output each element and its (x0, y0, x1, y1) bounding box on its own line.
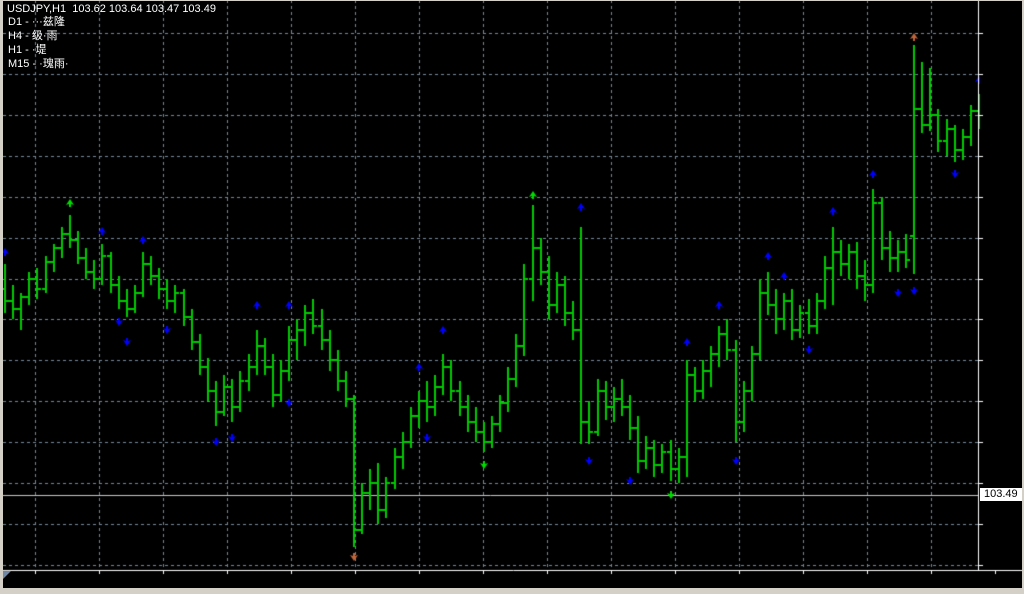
time-axis[interactable]: 25 Apr 200828 Apr 05:0028 Apr 13:0028 Ap… (0, 571, 1024, 588)
window-frame-left (0, 0, 3, 594)
window-frame-top (0, 0, 1024, 1)
legend-line-h4: H4 - 级·雨 (8, 29, 69, 43)
legend-line-m15: M15 - ·瑰雨· (8, 57, 69, 71)
price-axis[interactable]: 105.75105.55105.35105.15104.95104.75104.… (979, 0, 1024, 570)
chart-window: USDJPY,H1 103.62 103.64 103.47 103.49 D1… (0, 0, 1024, 594)
axis-corner-triangle (3, 571, 11, 579)
window-frame-bottom (0, 588, 1024, 594)
chart-title: USDJPY,H1 103.62 103.64 103.47 103.49 (7, 3, 216, 15)
timeframe-legend: D1 - ···兹隆 H4 - 级·雨 H1 - ·堤 M15 - ·瑰雨· (8, 15, 69, 71)
legend-line-d1: D1 - ···兹隆 (8, 15, 69, 29)
legend-line-h1: H1 - ·堤 (8, 43, 69, 57)
price-chart-canvas[interactable] (0, 0, 1024, 594)
current-price-badge: 103.49 (980, 488, 1024, 501)
